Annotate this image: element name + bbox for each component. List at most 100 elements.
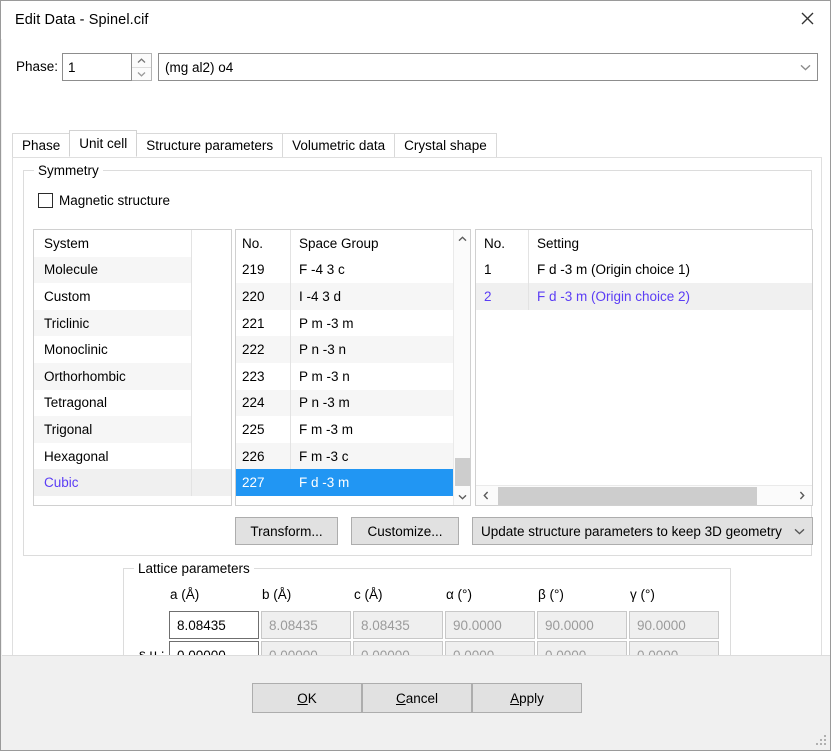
lattice-value-b[interactable]: 8.08435 xyxy=(261,611,351,639)
lattice-header-b: b (Å) xyxy=(262,587,291,602)
ok-accel: O xyxy=(297,691,308,706)
scrollbar-thumb[interactable] xyxy=(455,458,470,486)
scroll-right-button[interactable] xyxy=(792,486,812,505)
sg-name: P m -3 m xyxy=(290,310,453,337)
sg-no: 225 xyxy=(236,422,290,437)
phase-spinner-up[interactable] xyxy=(132,54,151,67)
magnetic-structure-checkbox[interactable]: Magnetic structure xyxy=(38,193,170,208)
tab-unit-cell[interactable]: Unit cell xyxy=(69,130,137,157)
chevron-down-icon xyxy=(137,71,146,77)
system-item-spacer xyxy=(191,390,231,417)
scroll-left-button[interactable] xyxy=(476,486,496,505)
table-row[interactable]: 224 P n -3 m xyxy=(236,390,453,417)
sg-name: F -4 3 c xyxy=(290,257,453,284)
window-title: Edit Data - Spinel.cif xyxy=(15,12,149,28)
chevron-down-icon xyxy=(794,528,805,535)
list-item[interactable]: Monoclinic xyxy=(34,336,231,363)
table-row[interactable]: 221 P m -3 m xyxy=(236,310,453,337)
close-button[interactable] xyxy=(784,1,830,35)
transform-button[interactable]: Transform... xyxy=(235,517,338,545)
phase-row: Phase: (mg al2) o4 xyxy=(2,53,830,85)
space-group-vertical-scrollbar[interactable] xyxy=(453,230,470,505)
system-header-spacer xyxy=(191,230,231,257)
table-row[interactable]: 219 F -4 3 c xyxy=(236,257,453,284)
symmetry-groupbox: Symmetry Magnetic structure System Molec… xyxy=(23,170,812,556)
ok-rest: K xyxy=(308,691,317,706)
customize-button[interactable]: Customize... xyxy=(351,517,459,545)
phase-spinner-down[interactable] xyxy=(132,67,151,80)
system-listbox[interactable]: System Molecule Custom Triclinic xyxy=(33,229,232,506)
sg-name: F m -3 c xyxy=(290,443,453,470)
sg-header-name: Space Group xyxy=(290,230,453,257)
ok-button[interactable]: OK xyxy=(252,683,362,713)
setting-listbox[interactable]: No. Setting 1 F d -3 m (Origin choice 1)… xyxy=(475,229,813,506)
tab-volumetric-data[interactable]: Volumetric data xyxy=(282,133,395,157)
title-bar: Edit Data - Spinel.cif xyxy=(1,1,830,39)
sg-no: 220 xyxy=(236,289,290,304)
unit-cell-panel: Symmetry Magnetic structure System Molec… xyxy=(12,157,822,684)
update-combo-arrow[interactable] xyxy=(786,528,812,535)
sg-no: 226 xyxy=(236,449,290,464)
resize-grip-icon[interactable] xyxy=(815,734,827,746)
space-group-listbox[interactable]: No. Space Group 219 F -4 3 c 220 I -4 3 … xyxy=(235,229,471,506)
system-header-label: System xyxy=(34,236,191,251)
list-item[interactable]: Hexagonal xyxy=(34,443,231,470)
lattice-value-alpha[interactable]: 90.0000 xyxy=(445,611,535,639)
tab-structure-parameters[interactable]: Structure parameters xyxy=(136,133,283,157)
table-row[interactable]: 225 F m -3 m xyxy=(236,416,453,443)
tab-crystal-shape[interactable]: Crystal shape xyxy=(394,133,497,157)
table-row-selected[interactable]: 2 F d -3 m (Origin choice 2) xyxy=(476,283,812,310)
lattice-header-c: c (Å) xyxy=(354,587,383,602)
dialog-footer: OK Cancel Apply xyxy=(2,655,830,749)
sg-no: 219 xyxy=(236,262,290,277)
apply-button[interactable]: Apply xyxy=(472,683,582,713)
table-row[interactable]: 1 F d -3 m (Origin choice 1) xyxy=(476,257,812,284)
system-item-spacer xyxy=(191,336,231,363)
phase-combo-arrow[interactable] xyxy=(793,54,817,80)
system-item-spacer xyxy=(191,363,231,390)
phase-name-combobox[interactable]: (mg al2) o4 xyxy=(158,53,818,81)
edit-data-dialog: Edit Data - Spinel.cif Phase: xyxy=(0,0,831,751)
lattice-value-beta[interactable]: 90.0000 xyxy=(537,611,627,639)
checkbox-box xyxy=(38,193,53,208)
setting-header-no: No. xyxy=(476,236,528,251)
phase-label: Phase: xyxy=(16,59,58,74)
system-item-label: Orthorhombic xyxy=(34,369,191,384)
lattice-header-beta: β (°) xyxy=(538,587,564,602)
setting-no: 2 xyxy=(476,289,528,304)
system-item-label: Trigonal xyxy=(34,422,191,437)
chevron-left-icon xyxy=(483,491,489,500)
scrollbar-thumb[interactable] xyxy=(498,487,757,505)
list-item[interactable]: Trigonal xyxy=(34,416,231,443)
table-row-selected[interactable]: 227 F d -3 m xyxy=(236,469,453,496)
list-item[interactable]: Molecule xyxy=(34,257,231,284)
phase-spinner[interactable] xyxy=(132,53,152,81)
lattice-header-gamma: γ (°) xyxy=(630,587,655,602)
chevron-down-icon xyxy=(800,64,811,71)
lattice-value-a[interactable]: 8.08435 xyxy=(169,611,259,639)
space-group-list-header: No. Space Group xyxy=(236,230,453,257)
list-item[interactable]: Orthorhombic xyxy=(34,363,231,390)
list-item[interactable]: Tetragonal xyxy=(34,390,231,417)
lattice-value-gamma[interactable]: 90.0000 xyxy=(629,611,719,639)
sg-header-no: No. xyxy=(236,236,290,251)
phase-number-input[interactable] xyxy=(62,53,132,81)
setting-horizontal-scrollbar[interactable] xyxy=(476,485,812,505)
scroll-down-button[interactable] xyxy=(454,488,471,505)
table-row[interactable]: 226 F m -3 c xyxy=(236,443,453,470)
table-row[interactable]: 220 I -4 3 d xyxy=(236,283,453,310)
scroll-up-button[interactable] xyxy=(454,230,471,247)
system-item-label: Hexagonal xyxy=(34,449,191,464)
table-row[interactable]: 223 P m -3 n xyxy=(236,363,453,390)
list-item[interactable]: Triclinic xyxy=(34,310,231,337)
setting-no: 1 xyxy=(476,262,528,277)
table-row[interactable]: 222 P n -3 n xyxy=(236,336,453,363)
cancel-button[interactable]: Cancel xyxy=(362,683,472,713)
lattice-value-c[interactable]: 8.08435 xyxy=(353,611,443,639)
tab-phase[interactable]: Phase xyxy=(12,133,70,157)
chevron-up-icon xyxy=(137,58,146,64)
update-structure-combobox[interactable]: Update structure parameters to keep 3D g… xyxy=(472,517,813,545)
list-item[interactable]: Custom xyxy=(34,283,231,310)
list-item-selected[interactable]: Cubic xyxy=(34,469,231,496)
tab-label: Crystal shape xyxy=(404,138,487,153)
